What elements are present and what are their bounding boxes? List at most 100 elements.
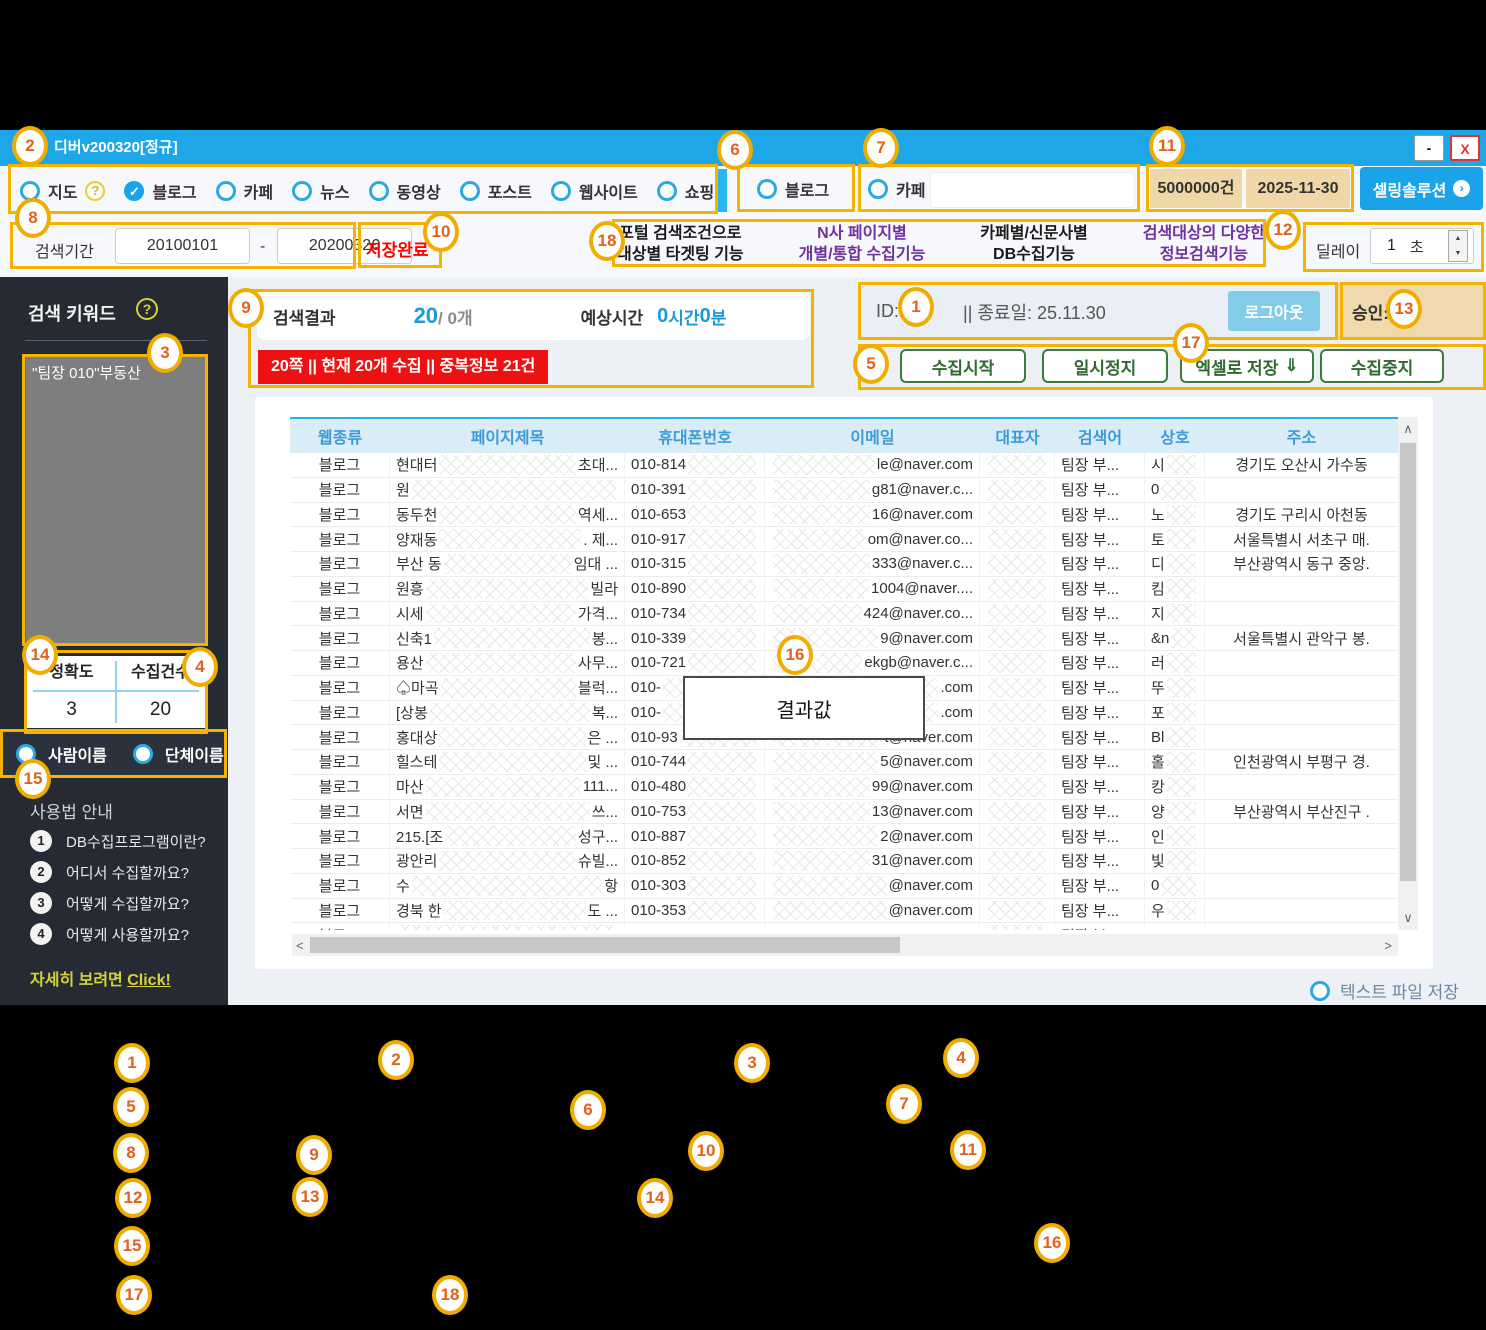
feature-text: 검색대상의 다양한정보검색기능 bbox=[1143, 223, 1265, 269]
portal-tab-웹사이트[interactable]: 웹사이트 bbox=[551, 179, 638, 203]
legend-badge-7: 7 bbox=[886, 1084, 922, 1124]
spinner-down-icon[interactable]: ▼ bbox=[1449, 246, 1467, 261]
legend-badge-3: 3 bbox=[734, 1043, 770, 1083]
table-row[interactable]: 블로그원흥빌라010-8901004@naver....팀장 부...킴 bbox=[290, 577, 1398, 602]
cell-web: 블로그 bbox=[290, 552, 390, 576]
start-collect-button[interactable]: 수집시작 bbox=[900, 349, 1026, 383]
cell-kw: 팀장 부... bbox=[1055, 750, 1145, 774]
portal-tab-뉴스[interactable]: 뉴스 bbox=[292, 179, 349, 203]
cell-name: 캉 bbox=[1145, 775, 1205, 799]
cafe-url-input[interactable] bbox=[930, 172, 1135, 208]
table-row[interactable]: 블로그동두천역세...010-65316@naver.com팀장 부...노경기… bbox=[290, 503, 1398, 528]
keyword-help-icon[interactable]: ? bbox=[136, 298, 158, 320]
portal-tab-카페[interactable]: 카페 bbox=[216, 179, 273, 203]
more-click-link[interactable]: Click! bbox=[127, 972, 171, 989]
cell-addr bbox=[1205, 874, 1398, 898]
scroll-left-icon[interactable]: < bbox=[296, 938, 304, 953]
portal-tab-지도[interactable]: 지도? bbox=[20, 179, 105, 203]
table-row[interactable]: 블로그신축1봉...010-3399@naver.com팀장 부...&n서울특… bbox=[290, 626, 1398, 651]
keyword-textarea[interactable]: "팀장 010"부동산 bbox=[25, 356, 206, 644]
spinner-up-icon[interactable]: ▲ bbox=[1449, 231, 1467, 246]
radio-cafe-target[interactable]: 카페 bbox=[868, 177, 925, 201]
cell-addr bbox=[1205, 923, 1398, 930]
scroll-up-icon[interactable]: ∧ bbox=[1398, 421, 1418, 437]
cell-name: 토 bbox=[1145, 527, 1205, 551]
cell-email: le@naver.com bbox=[765, 453, 980, 477]
cell-addr: 경기도 구리시 아천동 bbox=[1205, 503, 1398, 527]
portal-tab-label: 동영상 bbox=[397, 179, 441, 203]
scroll-right-icon[interactable]: > bbox=[1384, 938, 1392, 953]
column-header-web[interactable]: 웹종류 bbox=[290, 424, 390, 448]
horizontal-scroll-thumb[interactable] bbox=[310, 937, 900, 953]
cell-email: @naver.com bbox=[765, 874, 980, 898]
table-row[interactable]: 블로그힐스테및 ...010-7445@naver.com팀장 부...홀인천광… bbox=[290, 750, 1398, 775]
legend-badge-11: 11 bbox=[950, 1130, 986, 1170]
radio-circle bbox=[757, 179, 777, 199]
help-icon[interactable]: ? bbox=[85, 181, 105, 201]
column-header-phone[interactable]: 휴대폰번호 bbox=[625, 424, 765, 448]
table-row[interactable]: 블로그경북 한도 ...010-353@naver.com팀장 부...우 bbox=[290, 899, 1398, 924]
portal-tab-쇼핑[interactable]: 쇼핑 bbox=[657, 179, 714, 203]
column-header-kw[interactable]: 검색어 bbox=[1055, 424, 1145, 448]
column-header-addr[interactable]: 주소 bbox=[1205, 424, 1398, 448]
cell-kw: 팀장 부... bbox=[1055, 577, 1145, 601]
radio-blog-target[interactable]: 블로그 bbox=[757, 177, 829, 201]
portal-tab-동영상[interactable]: 동영상 bbox=[369, 179, 441, 203]
cell-name: 빛 bbox=[1145, 849, 1205, 873]
legend-badge-10: 10 bbox=[688, 1131, 724, 1171]
cell-name: 노 bbox=[1145, 503, 1205, 527]
vertical-scroll-thumb[interactable] bbox=[1400, 443, 1416, 881]
horizontal-scrollbar[interactable]: < > bbox=[292, 934, 1398, 956]
logout-button[interactable]: 로그아웃 bbox=[1228, 291, 1320, 331]
column-header-title[interactable]: 페이지제목 bbox=[390, 424, 625, 448]
table-row[interactable]: 블로그215.[조성구...010-8872@naver.com팀장 부...인 bbox=[290, 824, 1398, 849]
column-header-email[interactable]: 이메일 bbox=[765, 424, 980, 448]
cell-ceo bbox=[980, 527, 1055, 551]
excel-save-button[interactable]: 엑셀로 저장 ⇓ bbox=[1180, 349, 1314, 383]
eta-hours: 0 bbox=[657, 305, 668, 328]
cell-email: 9@naver.com bbox=[765, 626, 980, 650]
legend-badge-14: 14 bbox=[637, 1178, 673, 1218]
group-label: 단체이름 bbox=[165, 742, 224, 766]
table-row[interactable]: 블로그용산사무...010-721ekgb@naver.c...팀장 부...러 bbox=[290, 651, 1398, 676]
portal-tab-포스트[interactable]: 포스트 bbox=[460, 179, 532, 203]
table-row[interactable]: 블로그부산 동임대 ...010-315333@naver.c...팀장 부..… bbox=[290, 552, 1398, 577]
table-row[interactable]: 블로그수항010-303@naver.com팀장 부...0 bbox=[290, 874, 1398, 899]
delay-value: 1 bbox=[1387, 237, 1396, 255]
column-header-name[interactable]: 상호 bbox=[1145, 424, 1205, 448]
legend-badge-5: 5 bbox=[113, 1087, 149, 1127]
table-row[interactable]: 블로그원010-391g81@naver.c...팀장 부...0 bbox=[290, 478, 1398, 503]
radio-circle bbox=[292, 181, 312, 201]
cell-title: 시세가격... bbox=[390, 602, 625, 626]
scroll-down-icon[interactable]: ∨ bbox=[1398, 910, 1418, 926]
cell-name bbox=[1145, 923, 1205, 930]
table-row[interactable]: 블로그팀장 부... bbox=[290, 923, 1398, 930]
legend-badge-8: 8 bbox=[113, 1133, 149, 1173]
period-from-input[interactable] bbox=[115, 228, 250, 264]
table-row[interactable]: 블로그마산111...010-48099@naver.com팀장 부...캉 bbox=[290, 775, 1398, 800]
delay-spinner[interactable]: ▲ ▼ bbox=[1448, 230, 1468, 262]
table-row[interactable]: 블로그서면쓰...010-75313@naver.com팀장 부...양부산광역… bbox=[290, 800, 1398, 825]
more-prefix: 자세히 보려면 bbox=[30, 972, 127, 989]
minimize-button[interactable]: - bbox=[1414, 135, 1444, 161]
table-row[interactable]: 블로그시세가격...010-734424@naver.co...팀장 부...지 bbox=[290, 602, 1398, 627]
portal-tab-블로그[interactable]: ✓블로그 bbox=[124, 179, 196, 203]
table-row[interactable]: 블로그현대터초대...010-814le@naver.com팀장 부...시경기… bbox=[290, 453, 1398, 478]
cell-kw: 팀장 부... bbox=[1055, 651, 1145, 675]
radio-person[interactable] bbox=[16, 744, 36, 764]
pause-button[interactable]: 일시정지 bbox=[1042, 349, 1168, 383]
selling-solution-button[interactable]: 셀링솔루션 › bbox=[1360, 167, 1483, 210]
radio-group[interactable] bbox=[133, 744, 153, 764]
column-header-ceo[interactable]: 대표자 bbox=[980, 424, 1055, 448]
table-row[interactable]: 블로그광안리슈빌...010-85231@naver.com팀장 부...빛 bbox=[290, 849, 1398, 874]
vertical-scrollbar[interactable]: ∧ ∨ bbox=[1398, 417, 1418, 930]
text-file-save-option[interactable]: 텍스트 파일 저장 bbox=[1310, 978, 1459, 1003]
cell-addr bbox=[1205, 725, 1398, 749]
stop-collect-button[interactable]: 수집중지 bbox=[1320, 349, 1444, 383]
eta-minutes-unit: 분 bbox=[711, 304, 727, 329]
sidebar-divider bbox=[25, 340, 207, 341]
close-button[interactable]: X bbox=[1450, 135, 1480, 161]
table-row[interactable]: 블로그양재동. 제...010-917om@naver.co...팀장 부...… bbox=[290, 527, 1398, 552]
cell-title: ♤마곡블럭... bbox=[390, 676, 625, 700]
approval-box: 승인: bbox=[1336, 283, 1486, 340]
